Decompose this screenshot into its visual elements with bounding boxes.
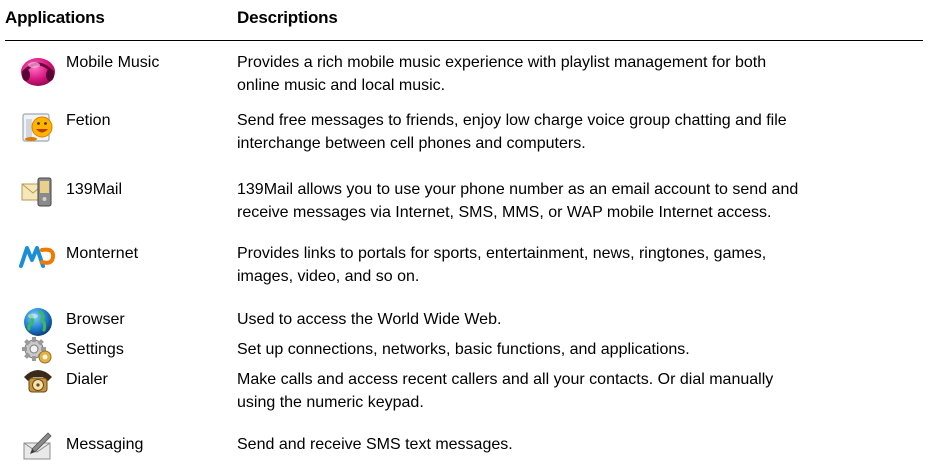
app-name: Messaging (66, 436, 144, 453)
app-name: Settings (66, 341, 124, 358)
139mail-icon (21, 177, 52, 207)
settings-icon (22, 337, 52, 364)
header-divider (5, 40, 923, 41)
descriptions-column-header: Descriptions (237, 8, 338, 27)
messaging-icon (23, 432, 52, 460)
app-name: Browser (66, 311, 125, 328)
app-name: Mobile Music (66, 54, 160, 71)
app-name: Fetion (66, 112, 111, 129)
monternet-icon (19, 246, 56, 268)
app-description: Provides a rich mobile music experience … (237, 54, 767, 94)
browser-icon (24, 308, 52, 336)
app-description: Send and receive SMS text messages. (237, 436, 513, 453)
app-description: Provides links to portals for sports, en… (237, 245, 767, 285)
dialer-icon (24, 370, 52, 393)
mobile-music-icon (21, 58, 55, 86)
applications-column-header: Applications (5, 8, 105, 27)
app-description: Set up connections, networks, basic func… (237, 341, 690, 358)
app-description: Send free messages to friends, enjoy low… (237, 112, 787, 152)
table-header: Applications Descriptions (0, 0, 934, 38)
app-description: Make calls and access recent callers and… (237, 371, 774, 411)
fetion-icon (22, 113, 53, 142)
applications-table: Applications Descriptions Mobile Music P… (0, 0, 934, 460)
app-description: Used to access the World Wide Web. (237, 311, 502, 328)
app-description: 139Mail allows you to use your phone num… (237, 181, 799, 221)
app-name: Dialer (66, 371, 108, 388)
app-name: Monternet (66, 245, 139, 262)
app-name: 139Mail (66, 181, 123, 198)
